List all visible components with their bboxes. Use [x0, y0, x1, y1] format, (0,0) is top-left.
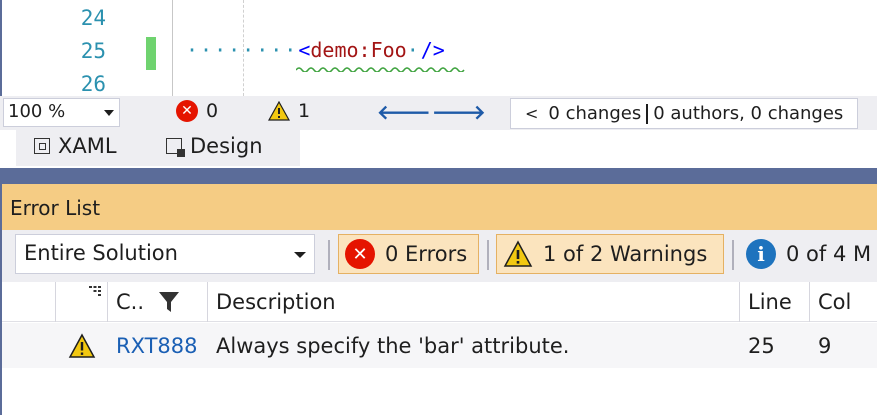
- line-number: 26: [80, 72, 106, 96]
- col-column-header[interactable]: Col: [810, 282, 877, 322]
- toolbar-separator: [487, 240, 489, 270]
- whitespace-dot: ·: [406, 38, 421, 62]
- description-column-header[interactable]: Description: [208, 282, 740, 322]
- editor-left-border: [0, 0, 2, 96]
- description-cell: Always specify the 'bar' attribute.: [216, 333, 570, 358]
- table-row[interactable]: RXT888 Always specify the 'bar' attribut…: [2, 323, 877, 368]
- back-arrow-icon[interactable]: 🡐: [377, 100, 431, 124]
- panel-splitter[interactable]: [0, 168, 877, 184]
- line-cell: 25: [748, 333, 775, 358]
- code-editor[interactable]: 24 25 26 ········<demo:Foo·/>: [0, 0, 877, 96]
- warnings-filter-button[interactable]: 1 of 2 Warnings: [496, 234, 724, 274]
- column-label: Col: [818, 290, 852, 314]
- scope-dropdown[interactable]: Entire Solution: [15, 234, 315, 274]
- messages-label: 0 of 4 M: [786, 242, 872, 266]
- severity-cell: [68, 323, 96, 368]
- tab-design[interactable]: Design: [166, 134, 263, 158]
- chevron-down-icon: [104, 110, 114, 116]
- error-count: 0: [206, 100, 219, 122]
- close-bracket: />: [420, 38, 445, 62]
- error-list-toolbar: Entire Solution ✕ 0 Errors 1 of 2 Warnin…: [2, 230, 877, 282]
- chevron-down-icon: [294, 252, 306, 258]
- zoom-dropdown[interactable]: 100 %: [3, 98, 120, 127]
- code-column-header[interactable]: C..: [108, 282, 208, 322]
- line-column-header[interactable]: Line: [740, 282, 810, 322]
- chevron-left-icon[interactable]: <: [525, 104, 538, 123]
- change-indicator: [146, 37, 156, 70]
- indent-whitespace: ········: [186, 38, 299, 62]
- panel-left-border: [0, 184, 2, 415]
- xaml-icon: [34, 138, 50, 154]
- editor-status-bar: 100 % ✕ 0 1 🡐 🡒 < 0 changes 0 authors, 0…: [0, 96, 877, 130]
- panel-title: Error List: [0, 184, 877, 230]
- error-list-header: C.. Description Line Col: [2, 282, 877, 322]
- column-chooser[interactable]: [56, 282, 108, 322]
- info-icon: i: [746, 239, 776, 269]
- warning-count-indicator[interactable]: 1: [268, 100, 310, 122]
- errors-filter-button[interactable]: ✕ 0 Errors: [338, 234, 479, 274]
- warning-icon: [68, 332, 96, 358]
- gutter-separator: [172, 0, 173, 96]
- authors-text: 0 authors, 0 changes: [653, 103, 844, 124]
- tabs-strip: XAML Design: [16, 130, 300, 166]
- errors-label: 0 Errors: [385, 242, 468, 266]
- warning-squiggle: [296, 67, 465, 72]
- messages-filter-button[interactable]: i 0 of 4 M: [746, 234, 871, 274]
- changes-text: 0 changes: [548, 103, 642, 124]
- error-icon: ✕: [176, 100, 198, 122]
- tab-xaml[interactable]: XAML: [34, 134, 117, 158]
- view-tabs: XAML Design: [0, 130, 877, 168]
- forward-arrow-icon[interactable]: 🡒: [432, 100, 486, 124]
- open-bracket: <: [298, 38, 311, 62]
- filter-icon[interactable]: [158, 290, 180, 314]
- warning-count: 1: [298, 100, 311, 122]
- line-number: 24: [80, 6, 106, 30]
- col-cell: 9: [818, 333, 832, 358]
- warning-icon: [268, 101, 290, 121]
- column-label: Description: [216, 290, 336, 314]
- design-icon: [166, 138, 185, 157]
- column-chooser-icon: [89, 286, 101, 296]
- scope-value: Entire Solution: [24, 241, 178, 265]
- column-label: C..: [116, 290, 145, 314]
- line-number: 25: [80, 39, 106, 63]
- error-code-link[interactable]: RXT888: [116, 323, 198, 368]
- tab-label: Design: [190, 134, 263, 158]
- error-count-indicator[interactable]: ✕ 0: [176, 100, 218, 122]
- toolbar-separator: [328, 240, 330, 270]
- error-list-panel: Error List Entire Solution ✕ 0 Errors 1 …: [0, 184, 877, 415]
- zoom-value: 100 %: [8, 101, 66, 122]
- code-line[interactable]: ········<demo:Foo·/>: [186, 38, 445, 62]
- tag-name: demo:Foo: [310, 38, 407, 62]
- toolbar-separator: [732, 240, 734, 270]
- git-changes-indicator[interactable]: < 0 changes 0 authors, 0 changes: [510, 98, 858, 129]
- severity-column-header[interactable]: [2, 282, 56, 322]
- divider: [646, 103, 649, 124]
- column-label: Line: [748, 290, 792, 314]
- warning-icon: [503, 240, 533, 267]
- tab-label: XAML: [58, 134, 117, 158]
- error-icon: ✕: [345, 239, 375, 269]
- warnings-label: 1 of 2 Warnings: [543, 242, 708, 266]
